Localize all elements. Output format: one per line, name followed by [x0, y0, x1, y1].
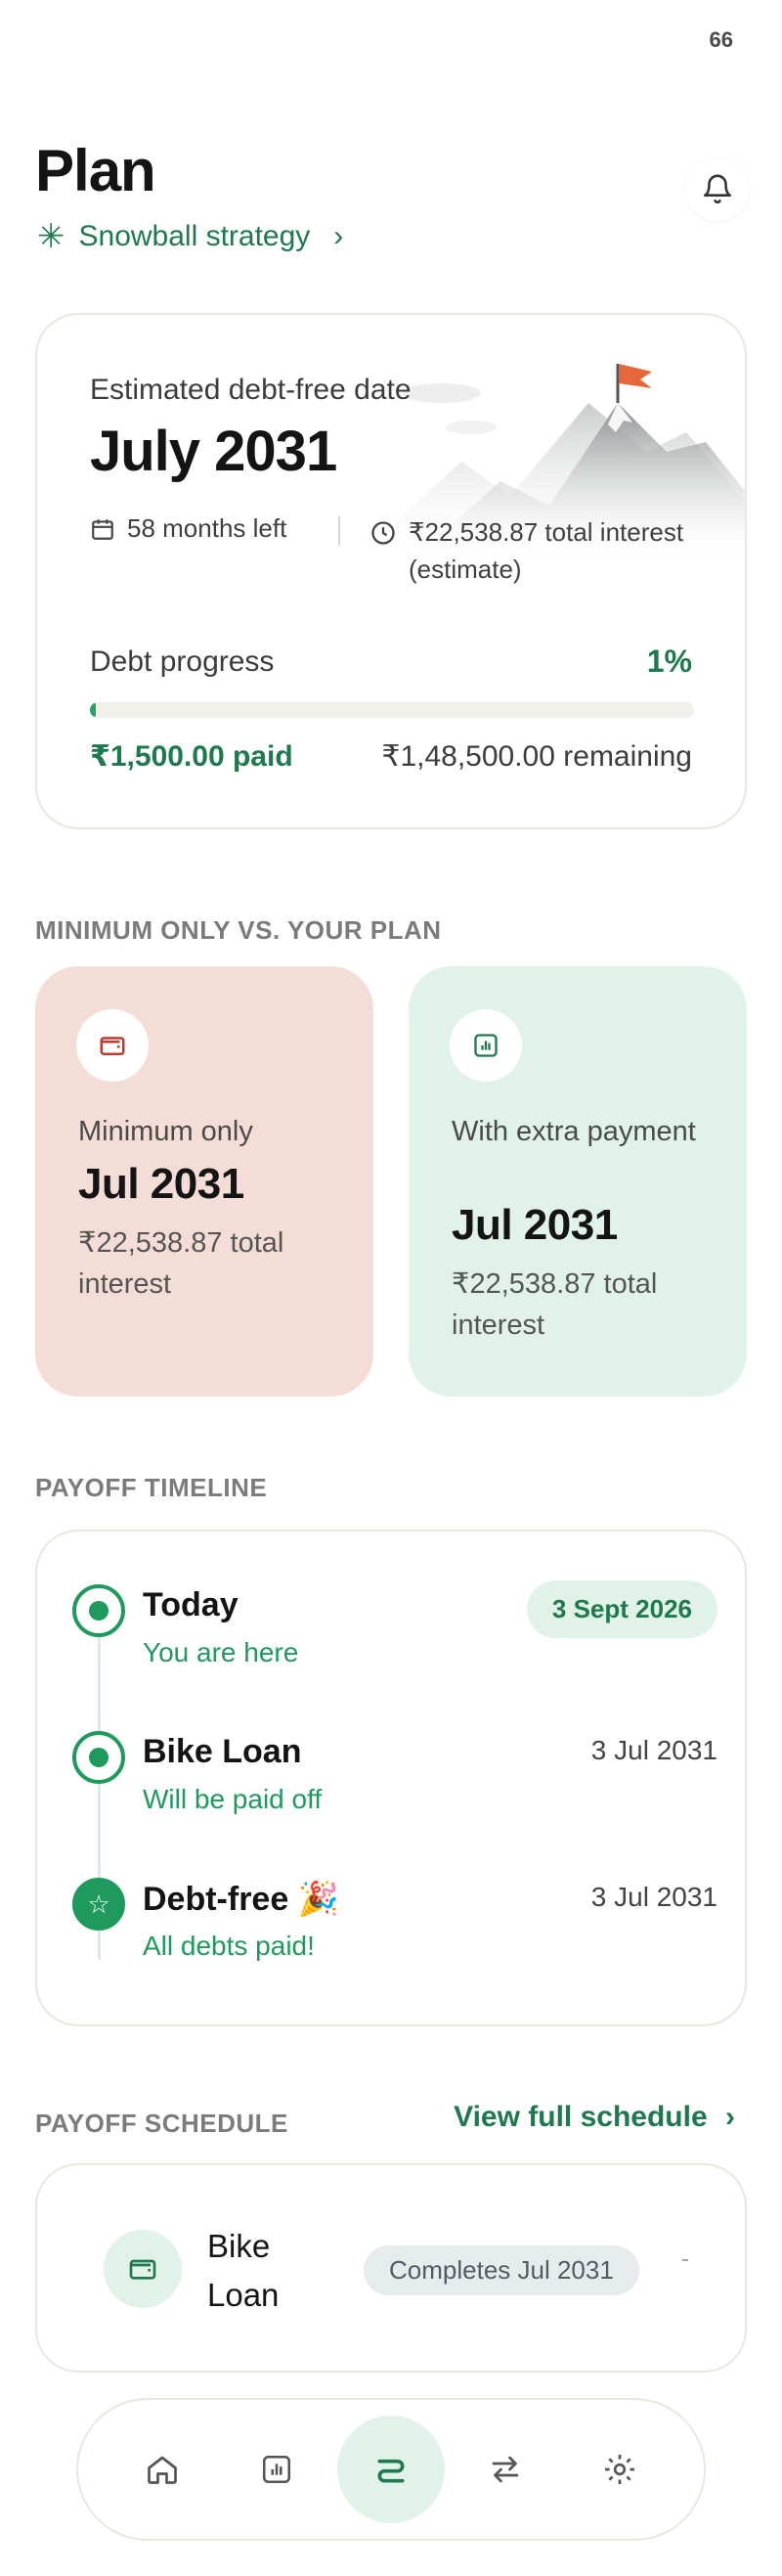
clock-icon	[371, 521, 395, 545]
nav-transactions[interactable]	[452, 2416, 559, 2523]
paid-amount: ₹1,500.00 paid	[90, 740, 293, 773]
nav-home[interactable]	[109, 2416, 216, 2523]
progress-label: Debt progress	[90, 645, 275, 678]
timeline-item-bike-loan: Bike Loan Will be paid off 3 Jul 2031	[72, 1731, 717, 1848]
calendar-icon	[92, 518, 113, 540]
timeline-item-debt-free: ☆ Debt-free 🎉 All debts paid! 3 Jul 2031	[72, 1878, 717, 1995]
timeline-dot	[72, 1731, 125, 1784]
nav-settings[interactable]	[566, 2416, 673, 2523]
minimum-only-card: Minimum only Jul 2031 ₹22,538.87 total i…	[35, 966, 373, 1397]
view-full-schedule-link[interactable]: View full schedule ›	[454, 2101, 735, 2134]
debt-free-label: Estimated debt-free date	[90, 374, 412, 406]
extra-icon-circle	[450, 1009, 522, 1082]
meta-divider	[338, 516, 340, 546]
months-left: 58 months left	[90, 513, 286, 544]
plan-icon	[377, 2459, 405, 2483]
minimum-date: Jul 2031	[78, 1160, 244, 1208]
wallet-icon	[129, 2259, 156, 2280]
minimum-interest: ₹22,538.87 total interest	[78, 1227, 284, 1300]
schedule-item-name: Bike Loan	[207, 2228, 280, 2313]
strategy-selector[interactable]: ✳ Snowball strategy ›	[37, 217, 343, 256]
total-interest-text: ₹22,538.87 total interest (estimate)	[409, 517, 684, 584]
debt-free-date: July 2031	[90, 420, 337, 483]
timeline-item-today: Today You are here 3 Sept 2026	[72, 1580, 717, 1702]
notification-button[interactable]	[686, 158, 749, 221]
chart-icon	[263, 2455, 291, 2484]
timeline-heading: PAYOFF TIMELINE	[35, 1473, 268, 1502]
chevron-right-icon: ›	[725, 2101, 735, 2133]
today-date-badge: 3 Sept 2026	[526, 1580, 717, 1638]
nav-plan[interactable]	[336, 2416, 445, 2523]
schedule-heading: PAYOFF SCHEDULE	[35, 2109, 288, 2138]
timeline-date: 3 Jul 2031	[590, 1882, 717, 1912]
comparison-heading: MINIMUM ONLY VS. YOUR PLAN	[35, 915, 442, 945]
bottom-nav	[76, 2398, 706, 2541]
nav-analytics[interactable]	[223, 2416, 330, 2523]
completion-badge: Completes Jul 2031	[364, 2245, 639, 2295]
remaining-amount: ₹1,48,500.00 remaining	[381, 740, 692, 773]
bell-icon	[703, 174, 732, 203]
wallet-icon	[100, 1037, 125, 1055]
timeline-subtitle: All debts paid!	[143, 1931, 315, 1961]
chart-icon	[474, 1034, 498, 1057]
total-interest: ₹22,538.87 total interest (estimate)	[369, 513, 741, 588]
progress-percent: 1%	[646, 644, 692, 679]
timeline-dot	[72, 1584, 125, 1637]
minimum-label: Minimum only	[78, 1116, 253, 1147]
view-full-schedule-label: View full schedule	[454, 2101, 708, 2133]
progress-bar-fill	[90, 702, 97, 718]
page-title: Plan	[35, 138, 156, 203]
timeline-date: 3 Jul 2031	[590, 1735, 717, 1765]
timeline-title: Debt-free 🎉	[143, 1881, 340, 1918]
payoff-timeline-card: Today You are here 3 Sept 2026 Bike Loan…	[35, 1530, 747, 2026]
debt-free-card: Estimated debt-free date July 2031 58 mo…	[35, 313, 747, 829]
chevron-right-icon: ›	[333, 220, 344, 252]
star-icon: ☆	[72, 1878, 125, 1931]
timeline-subtitle: You are here	[143, 1637, 299, 1667]
timeline-title: Today	[143, 1586, 239, 1623]
asterisk-icon: ✳	[37, 218, 65, 255]
status-time: 66	[709, 27, 733, 52]
months-left-text: 58 months left	[127, 513, 287, 543]
extra-label: With extra payment	[452, 1116, 696, 1147]
extra-interest: ₹22,538.87 total interest	[452, 1268, 658, 1341]
timeline-subtitle: Will be paid off	[143, 1784, 323, 1814]
settings-icon	[604, 2455, 634, 2484]
extra-payment-card: With extra payment Jul 2031 ₹22,538.87 t…	[409, 966, 747, 1397]
progress-bar	[90, 702, 694, 718]
timeline-title: Bike Loan	[143, 1733, 302, 1770]
transfer-icon	[492, 2456, 519, 2483]
wallet-icon-circle	[104, 2230, 182, 2308]
home-icon	[148, 2456, 178, 2484]
minimum-icon-circle	[76, 1009, 149, 1082]
extra-date: Jul 2031	[452, 1201, 618, 1249]
dash-divider	[682, 2259, 688, 2261]
schedule-item-bike-loan[interactable]: Bike Loan Completes Jul 2031	[35, 2163, 747, 2373]
strategy-label: Snowball strategy	[78, 220, 311, 252]
